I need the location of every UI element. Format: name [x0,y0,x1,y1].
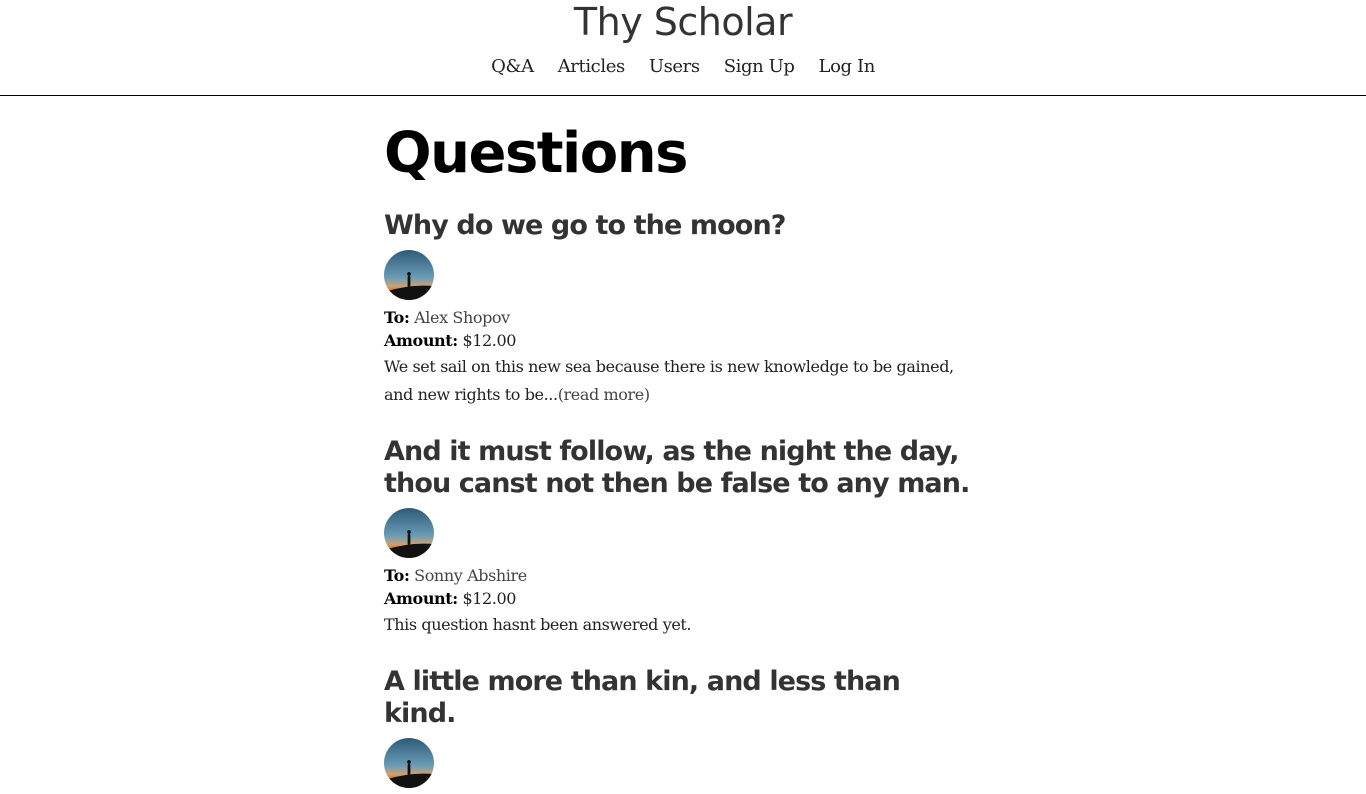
amount-value: $12.00 [462,589,517,608]
page-title: Questions [384,121,688,186]
amount-value: $12.00 [462,331,517,350]
recipient-line: To: Alex Shopov [384,306,974,329]
amount-label: Amount: [384,331,458,350]
question-item: And it must follow, as the night the day… [384,436,974,639]
site-header: Thy Scholar Q&A Articles Users Sign Up L… [0,0,1366,96]
nav-item-sign-up[interactable]: Sign Up [724,54,795,80]
avatar[interactable] [384,508,434,558]
to-label: To: [384,566,410,585]
question-title[interactable]: And it must follow, as the night the day… [384,436,974,500]
nav-item-qa[interactable]: Q&A [491,54,534,80]
to-label: To: [384,308,410,327]
avatar[interactable] [384,738,434,788]
avatar-image [384,508,434,558]
question-item: A little more than kin, and less than ki… [384,666,974,794]
amount-line: Amount: $12.00 [384,587,974,610]
answer-excerpt: This question hasnt been answered yet. [384,615,692,634]
amount-label: Amount: [384,589,458,608]
nav-item-articles[interactable]: Articles [558,54,626,80]
nav-item-users[interactable]: Users [649,54,700,80]
recipient-line: To: Sonny Abshire [384,564,974,587]
main-content: Questions Why do we go to the moon? To: … [384,96,974,788]
read-more-link[interactable]: (read more) [558,385,650,404]
avatar-image [384,738,434,788]
recipient-name[interactable]: Sonny Abshire [414,566,527,585]
question-title[interactable]: A little more than kin, and less than ki… [384,666,974,730]
avatar-image [384,250,434,300]
main-nav: Q&A Articles Users Sign Up Log In [0,54,1366,80]
answer-excerpt: We set sail on this new sea because ther… [384,353,974,409]
site-title[interactable]: Thy Scholar [0,0,1366,44]
avatar[interactable] [384,250,434,300]
nav-item-log-in[interactable]: Log In [819,54,876,80]
question-item: Why do we go to the moon? To: Alex Shopo… [384,210,974,409]
excerpt-text: We set sail on this new sea because ther… [384,357,954,404]
question-title[interactable]: Why do we go to the moon? [384,210,974,242]
amount-line: Amount: $12.00 [384,329,974,352]
recipient-name[interactable]: Alex Shopov [414,308,510,327]
